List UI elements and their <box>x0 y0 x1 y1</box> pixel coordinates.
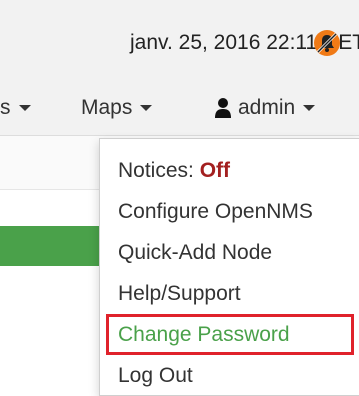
chevron-down-icon <box>18 105 31 111</box>
nav-item-user-label: admin <box>238 96 296 119</box>
highlight-annotation <box>106 314 354 355</box>
page: janv. 25, 2016 22:11 CET s Maps admin No… <box>0 0 359 396</box>
nav-item-partial-label: s <box>0 96 11 119</box>
nav-item-user[interactable]: admin <box>214 96 316 120</box>
menu-item-help-support[interactable]: Help/Support <box>118 282 241 306</box>
notifications-off-icon[interactable] <box>313 29 341 57</box>
chevron-down-icon <box>140 105 153 111</box>
menu-item-quick-add-node[interactable]: Quick-Add Node <box>118 241 272 265</box>
chevron-down-icon <box>303 105 316 111</box>
menu-item-log-out[interactable]: Log Out <box>118 364 193 388</box>
nav-item-maps[interactable]: Maps <box>81 96 153 120</box>
user-dropdown-menu: Notices: Off Configure OpenNMS Quick-Add… <box>99 138 359 396</box>
menu-item-notices[interactable]: Notices: Off <box>118 159 230 183</box>
user-icon <box>215 98 231 118</box>
nav-item-maps-label: Maps <box>81 96 133 119</box>
notices-label: Notices: <box>118 159 194 182</box>
notices-state: Off <box>199 159 231 182</box>
nav-item-partial[interactable]: s <box>0 96 31 120</box>
menu-item-configure-opennms[interactable]: Configure OpenNMS <box>118 200 313 224</box>
